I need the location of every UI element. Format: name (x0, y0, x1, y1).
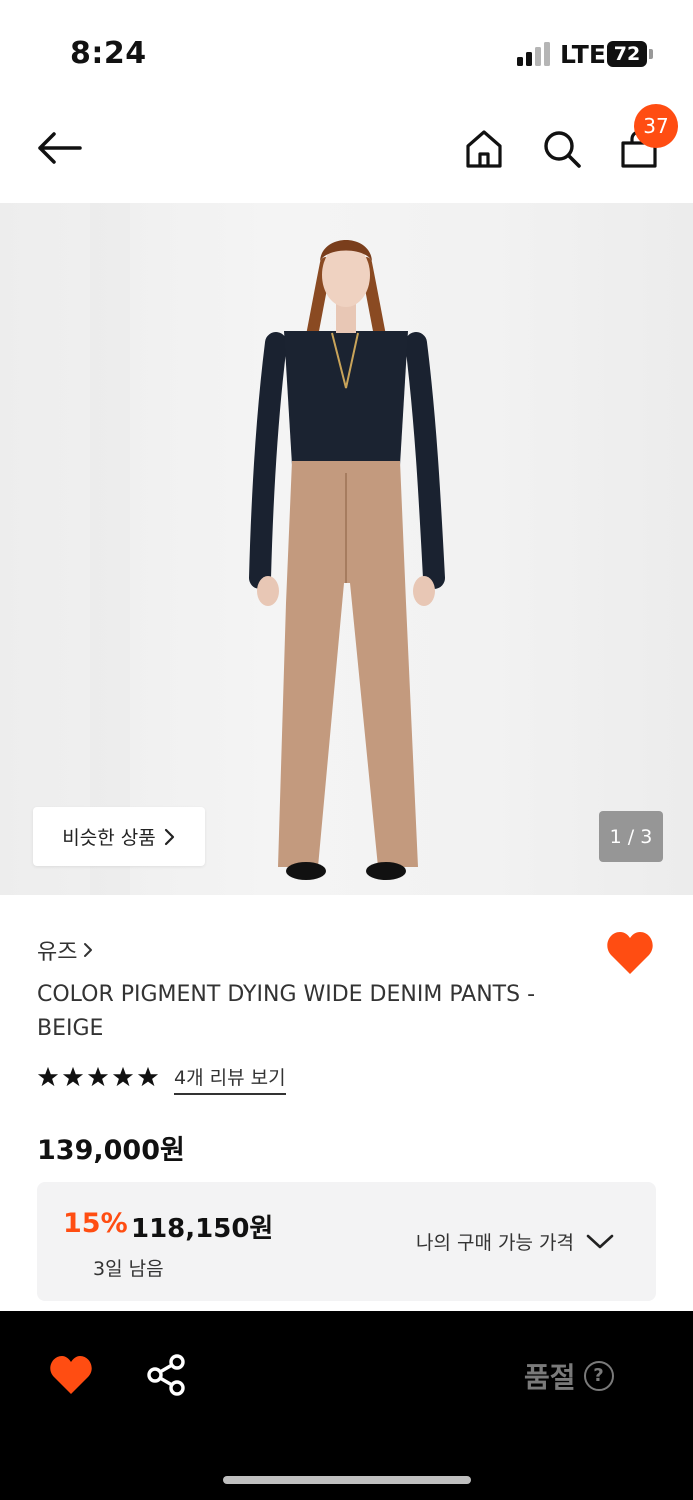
star-icon (87, 1066, 109, 1087)
bottom-action-bar (0, 1311, 693, 1500)
model-photo (90, 203, 445, 895)
home-button[interactable] (460, 124, 508, 174)
status-time: 8:24 (70, 36, 147, 71)
sale-price: 118,150원 (131, 1214, 274, 1244)
share-icon[interactable] (146, 1354, 186, 1396)
network-label: LTE (560, 40, 606, 69)
brand-link[interactable]: 유즈 (37, 934, 93, 966)
brand-name: 유즈 (37, 940, 78, 965)
original-price: 139,000원 (37, 1135, 185, 1166)
soldout-label: 품절 (524, 1361, 576, 1394)
help-icon[interactable]: ? (583, 1361, 614, 1391)
back-button[interactable] (34, 124, 84, 172)
image-counter: 1 / 3 (599, 811, 663, 862)
review-link[interactable]: 4개 리뷰 보기 (174, 1063, 286, 1095)
battery-icon: 72 (607, 41, 655, 67)
chevron-down-icon (586, 1234, 614, 1248)
my-price-label: 나의 구매 가능 가격 (416, 1232, 574, 1254)
star-icon (137, 1066, 159, 1087)
star-icon (37, 1066, 59, 1087)
back-arrow-icon (38, 132, 82, 164)
search-button[interactable] (538, 124, 586, 174)
star-icon (62, 1066, 84, 1087)
chevron-right-icon (84, 943, 93, 957)
home-indicator[interactable] (223, 1476, 471, 1484)
rating-stars (37, 1066, 159, 1088)
product-image[interactable] (0, 203, 693, 895)
days-left: 3일 남음 (93, 1258, 164, 1280)
discount-percent: 15% (63, 1208, 128, 1239)
heart-icon[interactable] (49, 1354, 93, 1396)
product-title: COLOR PIGMENT DYING WIDE DENIM PANTS - B… (37, 982, 536, 1041)
my-price-toggle[interactable]: 나의 구매 가능 가격 (416, 1228, 614, 1255)
chevron-right-icon (164, 828, 174, 845)
wishlist-heart-icon[interactable] (606, 930, 654, 976)
battery-level: 72 (607, 41, 647, 67)
signal-icon (517, 42, 550, 66)
similar-products-label: 비슷한 상품 (62, 827, 156, 849)
home-icon (466, 130, 502, 168)
similar-products-button[interactable]: 비슷한 상품 (33, 807, 205, 866)
search-icon (544, 131, 581, 168)
cart-count-badge: 37 (634, 104, 678, 148)
star-icon (112, 1066, 134, 1087)
soldout-button[interactable]: 품절 ? (524, 1356, 614, 1396)
